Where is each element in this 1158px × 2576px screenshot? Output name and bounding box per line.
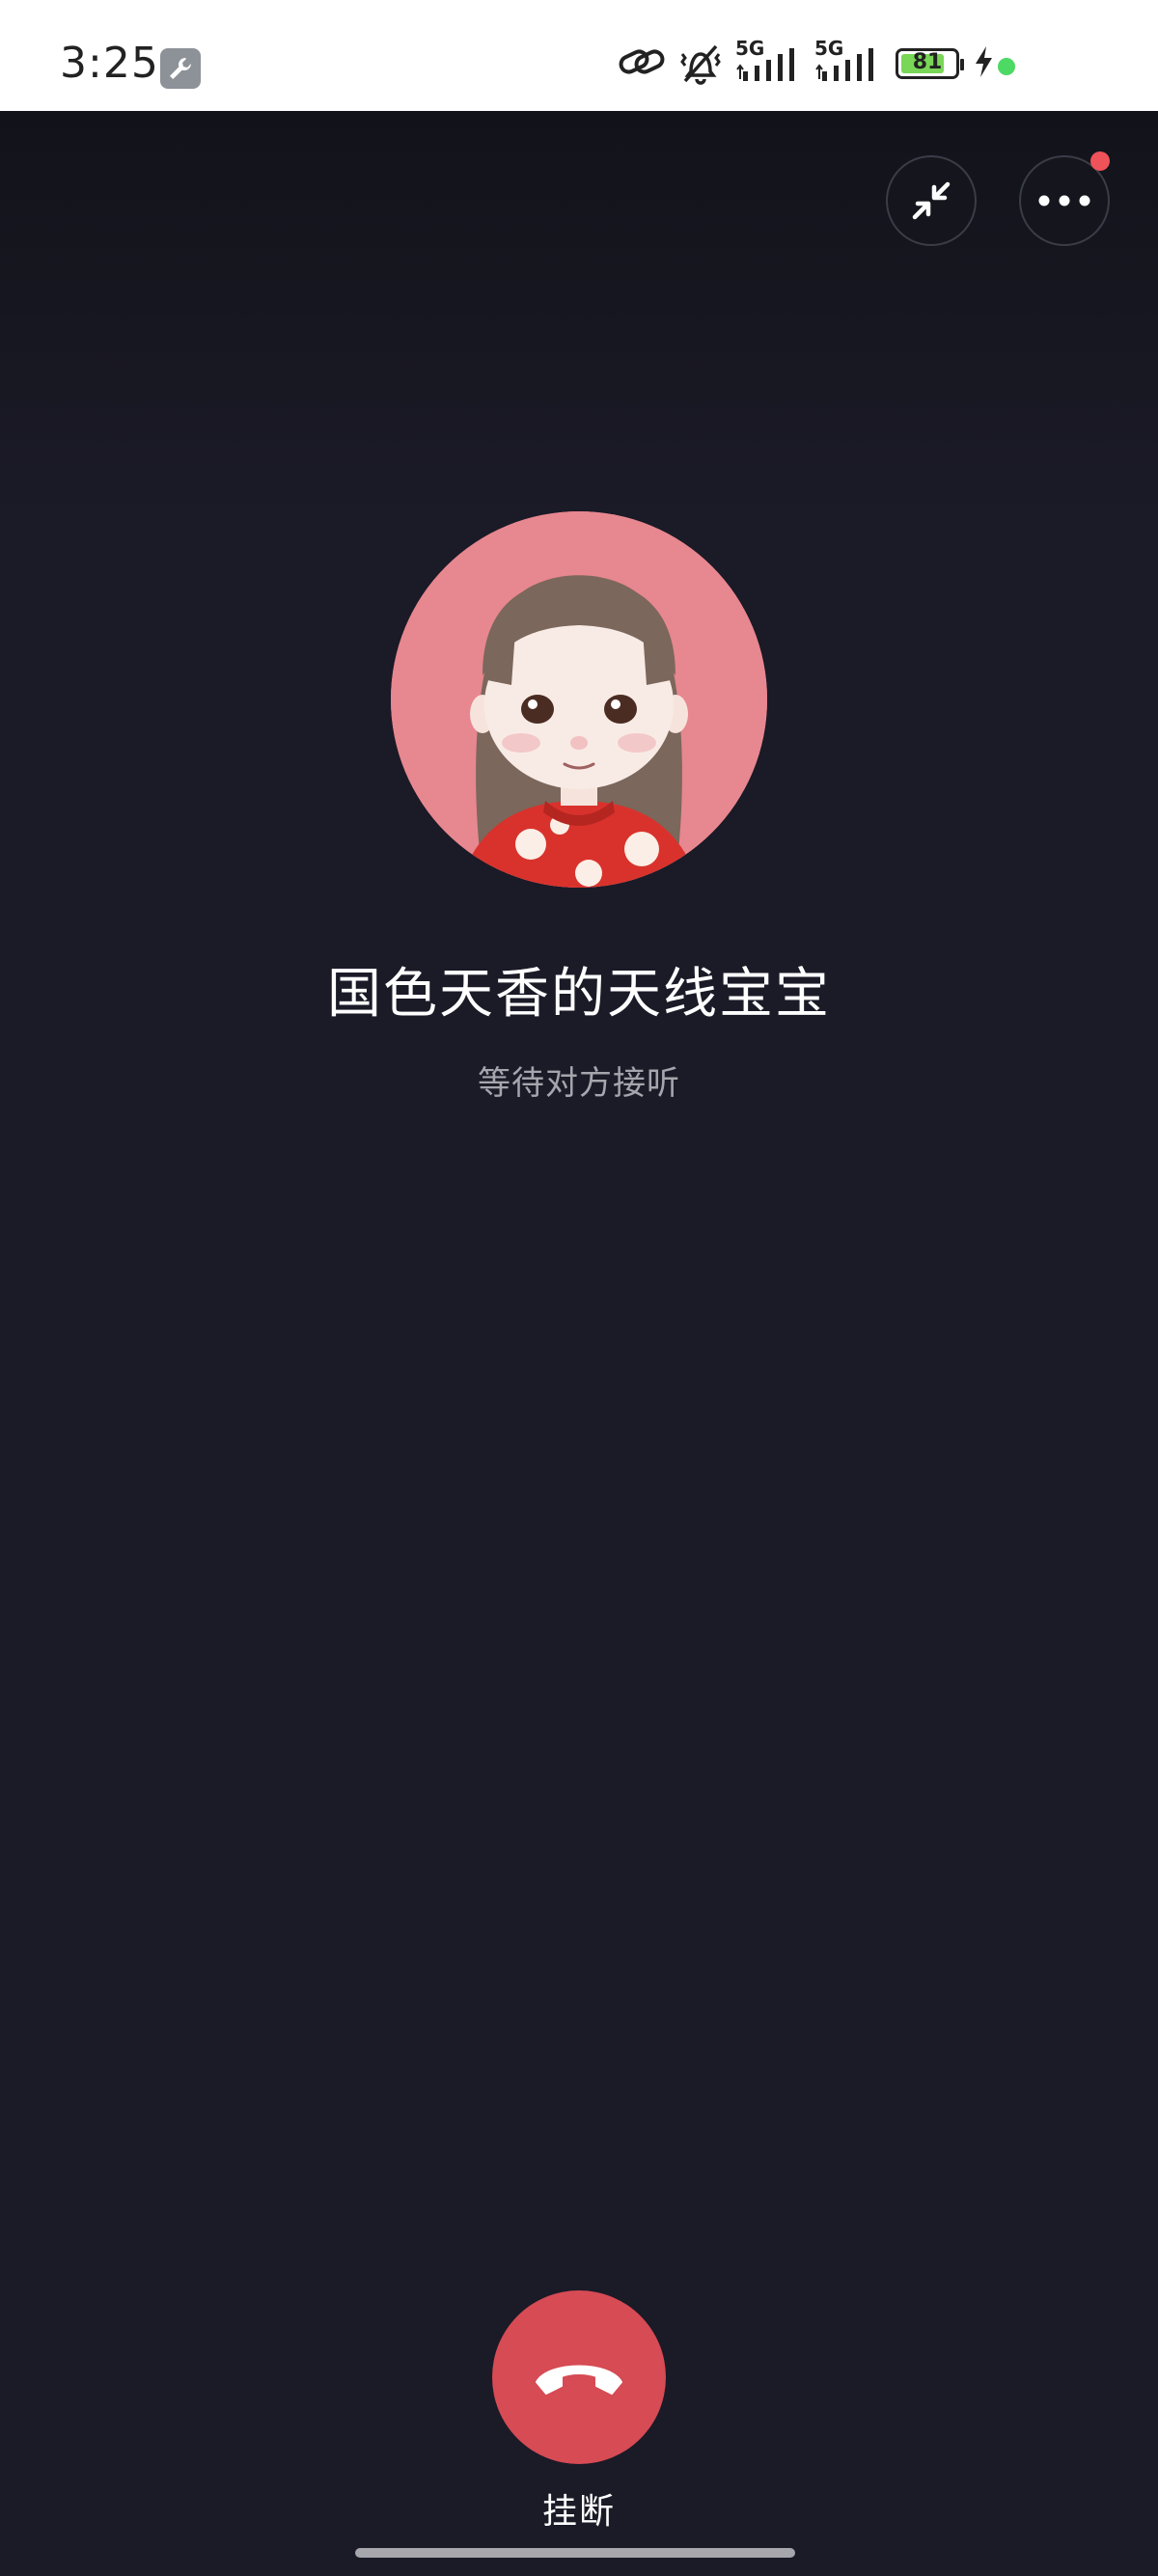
minimize-button[interactable] [886,155,977,246]
battery-icon: 81 [896,48,964,79]
privacy-indicator-dot [998,58,1015,75]
home-indicator[interactable] [355,2548,795,2558]
status-time: 3:25 [60,39,159,88]
charging-icon [971,42,996,85]
notification-dot [1090,151,1110,171]
contact-name: 国色天香的天线宝宝 [327,963,831,1026]
wrench-icon [160,48,201,89]
hangup-button[interactable] [492,2290,666,2464]
voice-call-screen: 国色天香的天线宝宝 等待对方接听 挂断 [0,111,1158,2576]
contact-avatar [391,511,767,888]
vibrate-off-icon [677,42,724,89]
status-bar: 3:25 5G 5G 81 [0,0,1158,111]
battery-level: 81 [912,50,943,74]
call-status: 等待对方接听 [478,1064,680,1103]
link-icon [618,42,666,85]
hangup-label: 挂断 [541,2492,616,2532]
status-icons: 5G 5G 81 [618,37,1119,93]
